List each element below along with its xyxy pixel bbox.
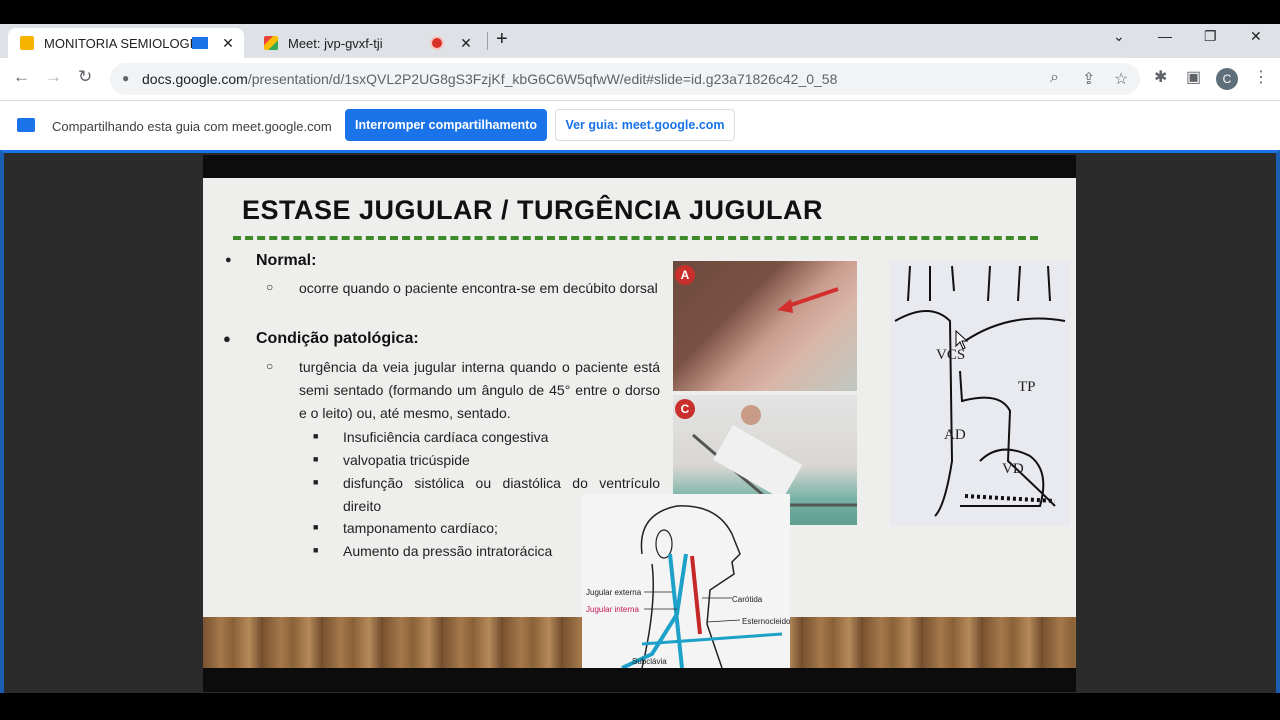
screen-share-icon <box>192 37 208 49</box>
minimize-icon[interactable]: — <box>1158 28 1172 44</box>
heart-label: AD <box>944 427 966 443</box>
navigation-bar: ← → ↻ ● docs.google.com/presentation/d/1… <box>0 58 1280 101</box>
extensions-icon[interactable]: ✱ <box>1154 67 1167 87</box>
restore-icon[interactable]: ❐ <box>1204 28 1217 45</box>
arrow-icon <box>777 287 839 313</box>
cause-item: Insuficiência cardíaca congestiva <box>343 429 549 445</box>
tab-sharing-bar: Compartilhando esta guia com meet.google… <box>0 101 1280 150</box>
neck-label: Jugular externa <box>586 588 642 597</box>
heart-outline <box>894 265 1066 517</box>
heart-label: VD <box>1002 461 1024 477</box>
tab-strip: MONITORIA SEMIOLOGIA C ✕ Meet: jvp-gvxf-… <box>0 24 1280 58</box>
bullet-icon: ○ <box>266 359 274 373</box>
url-path: /presentation/d/1sxQVL2P2UG8gS3FzjKf_kbG… <box>247 71 838 87</box>
tab-search-icon[interactable]: ⌄ <box>1113 28 1125 45</box>
sharing-status-text: Compartilhando esta guia com meet.google… <box>52 119 332 134</box>
share-page-icon[interactable]: ⇪ <box>1082 69 1095 89</box>
pathologic-text: turgência da veia jugular interna quando… <box>299 359 660 421</box>
neck-label: Jugular interna <box>586 605 639 614</box>
bullet-icon: ■ <box>313 522 319 532</box>
slides-favicon-icon <box>20 36 34 50</box>
bullet-icon: ■ <box>313 431 319 441</box>
cause-item: Aumento da pressão intratorácica <box>343 543 553 559</box>
back-icon[interactable]: ← <box>13 67 30 87</box>
heart-diagram: VCS TP AD VD <box>890 261 1070 526</box>
neck-label: Subclávia <box>632 657 667 666</box>
stop-sharing-button[interactable]: Interromper compartilhamento <box>345 109 547 141</box>
url-text[interactable]: docs.google.com/presentation/d/1sxQVL2P2… <box>142 71 837 87</box>
reload-icon[interactable]: ↻ <box>78 67 92 87</box>
neck-label: Esternocleido <box>742 617 791 626</box>
profile-avatar[interactable]: C <box>1216 68 1238 90</box>
new-tab-icon[interactable]: + <box>496 28 508 51</box>
chrome-menu-icon[interactable]: ⋮ <box>1253 67 1269 87</box>
address-bar[interactable]: ● docs.google.com/presentation/d/1sxQVL2… <box>110 63 1140 95</box>
heart-label: TP <box>1018 379 1036 395</box>
bullet-icon: ■ <box>313 477 319 487</box>
bookmark-star-icon[interactable]: ☆ <box>1114 69 1128 89</box>
present-screen-icon <box>17 118 35 132</box>
mouse-cursor-icon <box>955 330 969 350</box>
tab-title: MONITORIA SEMIOLOGIA C <box>44 35 192 51</box>
tab-separator <box>487 32 488 50</box>
tab-meet[interactable]: Meet: jvp-gvxf-tji ✕ <box>252 28 482 58</box>
url-host: docs.google.com <box>142 71 248 87</box>
tab-close-icon[interactable]: ✕ <box>458 35 474 52</box>
neck-label: Carótida <box>732 595 763 604</box>
tab-title: Meet: jvp-gvxf-tji <box>288 35 383 51</box>
bottom-letterbox <box>0 693 1280 720</box>
view-shared-tab-button[interactable]: Ver guia: meet.google.com <box>555 109 735 141</box>
cause-item: tamponamento cardíaco; <box>343 520 498 536</box>
neck-outline <box>621 505 783 668</box>
neck-anatomy-diagram: Jugular externa Jugular interna Carótida… <box>582 494 790 668</box>
zoom-icon[interactable]: ⌕ <box>1050 69 1059 87</box>
cause-item: valvopatia tricúspide <box>343 452 470 468</box>
bullet-icon: ● <box>225 254 232 266</box>
meet-favicon-icon <box>264 36 278 50</box>
forward-icon[interactable]: → <box>45 67 62 87</box>
window-close-icon[interactable]: ✕ <box>1250 28 1262 45</box>
recording-icon <box>430 36 444 50</box>
bullet-icon: ■ <box>313 454 319 464</box>
top-letterbox <box>0 0 1280 24</box>
normal-text: ocorre quando o paciente encontra-se em … <box>299 280 658 296</box>
bullet-icon: ○ <box>266 280 274 294</box>
slide-title: ESTASE JUGULAR / TURGÊNCIA JUGULAR <box>242 195 824 225</box>
tab-slides[interactable]: MONITORIA SEMIOLOGIA C ✕ <box>8 28 244 58</box>
title-divider <box>233 236 1038 240</box>
pathologic-heading: Condição patológica: <box>256 330 419 347</box>
neck-photo-a: A <box>673 261 857 391</box>
side-panel-icon[interactable]: ▣ <box>1186 67 1201 87</box>
bullet-icon: ● <box>223 331 231 346</box>
bullet-icon: ■ <box>313 545 319 555</box>
normal-heading: Normal: <box>256 252 317 269</box>
lock-icon[interactable]: ● <box>122 71 129 85</box>
tab-close-icon[interactable]: ✕ <box>220 35 236 52</box>
